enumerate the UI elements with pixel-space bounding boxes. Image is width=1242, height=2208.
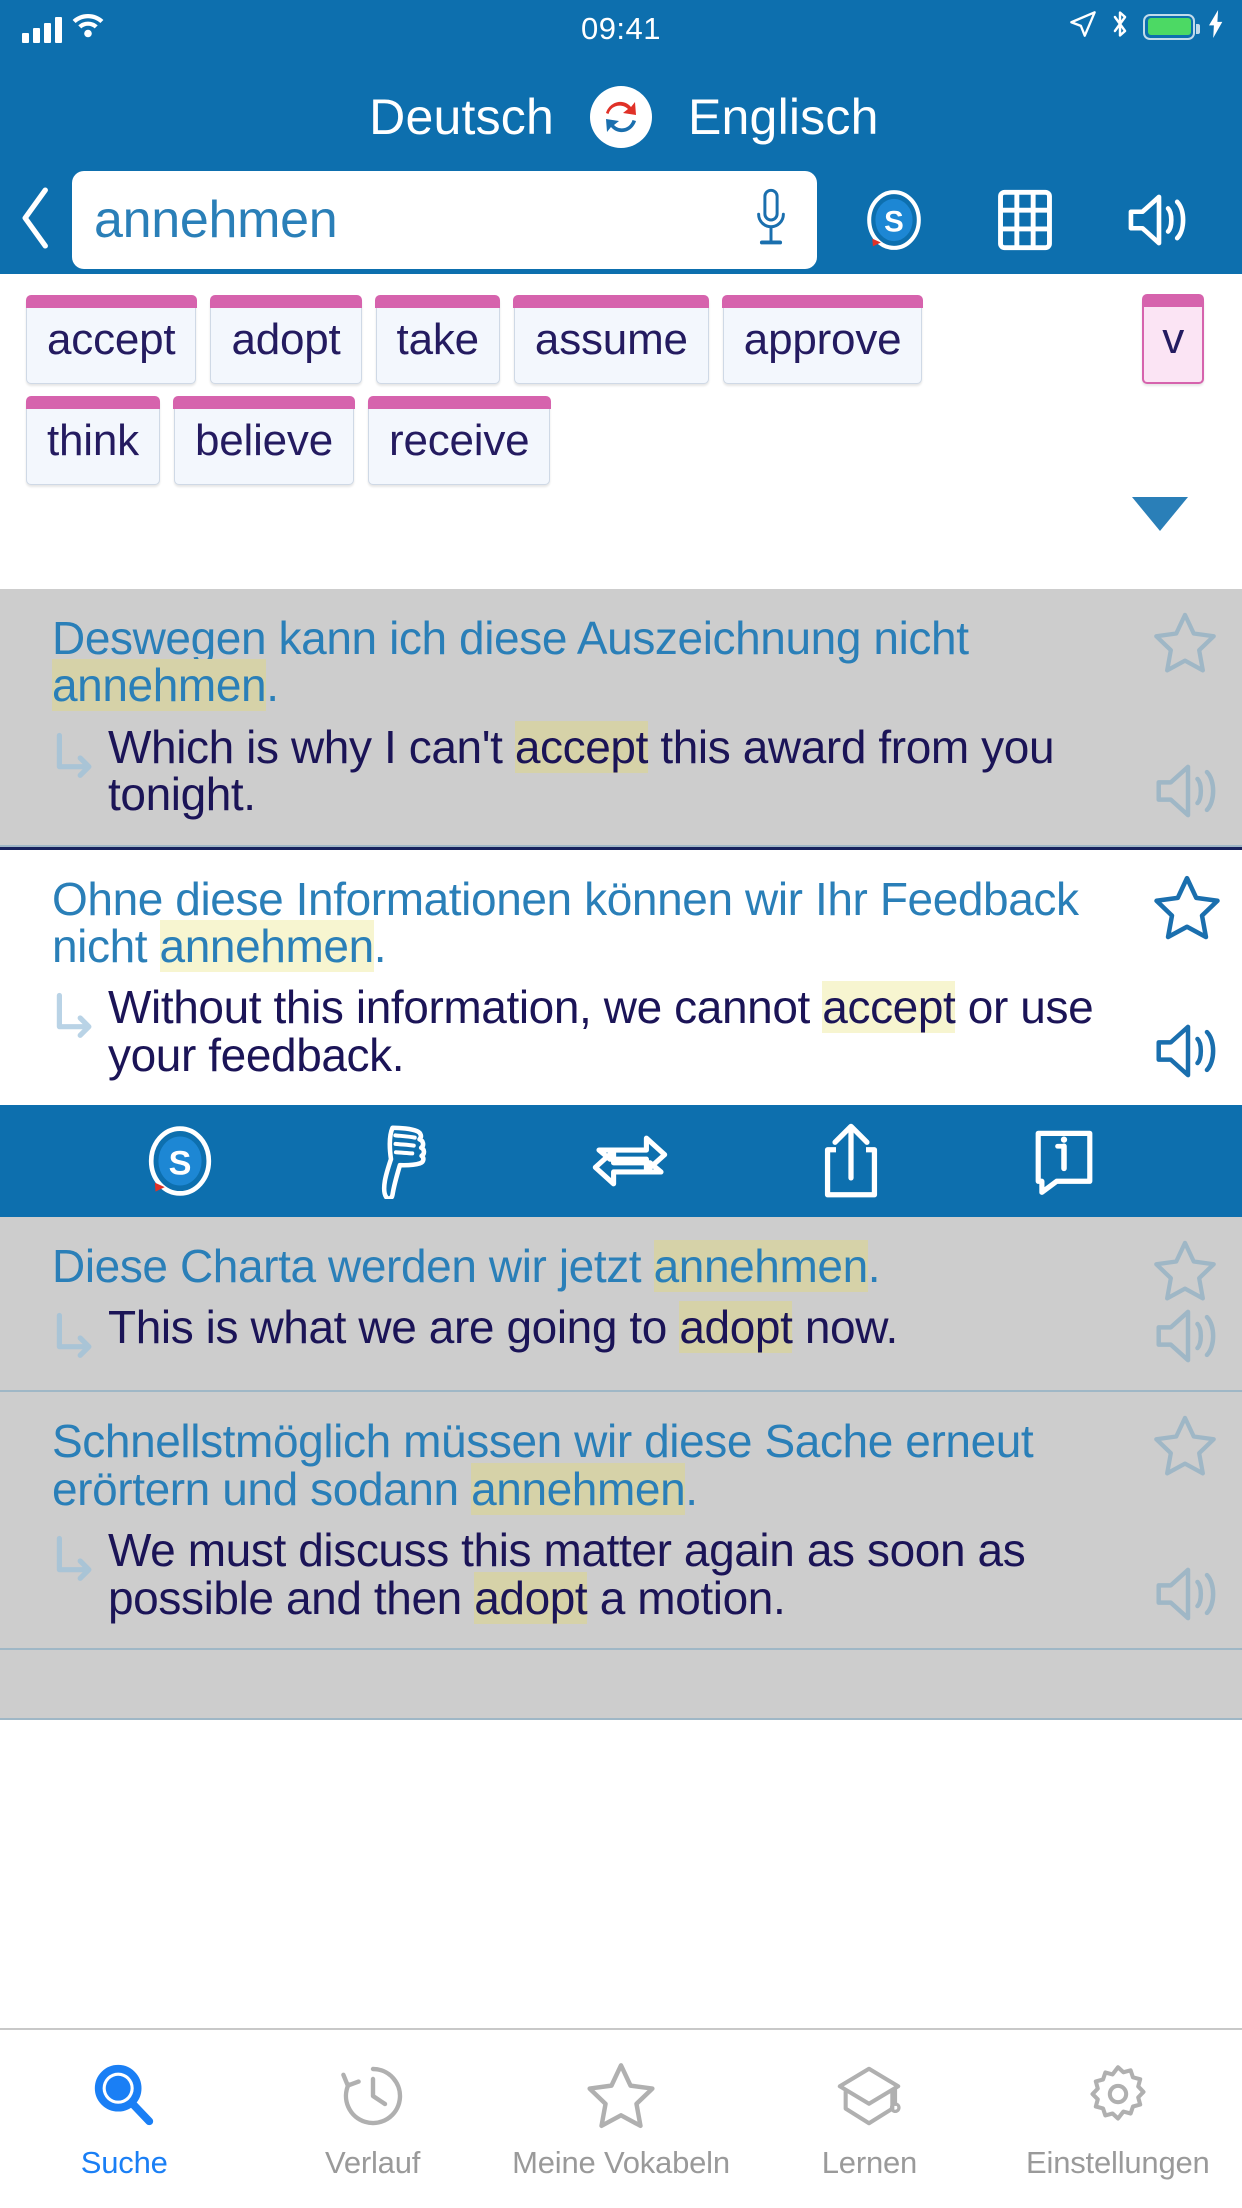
microphone-icon[interactable] <box>739 187 803 253</box>
chevron-down-icon[interactable] <box>1132 497 1188 531</box>
favorite-star-icon[interactable] <box>1152 874 1222 947</box>
info-comment-icon[interactable] <box>1030 1126 1098 1196</box>
translation-chip[interactable]: approve <box>722 294 923 384</box>
search-row: annehmen S <box>0 166 1242 274</box>
tab-label: Verlauf <box>325 2145 421 2180</box>
tab-meine-vokabeln[interactable]: Meine Vokabeln <box>497 2057 745 2181</box>
language-switch-row: Deutsch Englisch <box>0 58 1242 176</box>
chevron-left-icon <box>19 186 53 254</box>
charging-bolt-icon <box>1208 10 1224 43</box>
example-target-wrap: We must discuss this matter again as soo… <box>52 1524 1122 1624</box>
example-target-wrap: Which is why I can't accept this award f… <box>52 720 1122 821</box>
example-target-text: This is what we are going to adopt now. <box>108 1301 898 1354</box>
header-action-icons: S <box>817 189 1242 251</box>
source-language-label[interactable]: Deutsch <box>300 88 590 146</box>
graduation-cap-icon <box>834 2057 904 2135</box>
speaker-icon[interactable] <box>1126 190 1192 250</box>
svg-text:S: S <box>884 206 904 239</box>
star-outline-icon <box>585 2057 657 2135</box>
example-action-bar: S <box>0 1105 1242 1217</box>
example-source-text: Schnellstmöglich müssen wir diese Sache … <box>52 1415 1034 1515</box>
example-source-text-partial <box>52 1676 1122 1718</box>
example-source-text: Ohne diese Informationen können wir Ihr … <box>52 872 1079 972</box>
favorite-star-icon[interactable] <box>1152 1414 1218 1483</box>
translation-chip[interactable]: take <box>375 294 501 384</box>
favorite-star-icon[interactable] <box>1152 1239 1218 1308</box>
search-input[interactable]: annehmen <box>72 171 817 269</box>
skype-translator-icon[interactable]: S <box>144 1125 216 1197</box>
location-arrow-icon <box>1069 10 1097 43</box>
bluetooth-icon <box>1110 10 1130 43</box>
tab-lernen[interactable]: Lernen <box>745 2057 993 2181</box>
status-bar: 09:41 <box>0 0 1242 58</box>
swap-direction-icon[interactable] <box>588 1130 672 1192</box>
example-target-text: We must discuss this matter again as soo… <box>108 1524 1026 1624</box>
app-header: Deutsch Englisch annehmen S <box>0 58 1242 274</box>
search-input-value: annehmen <box>94 191 338 249</box>
example-row-partial[interactable] <box>0 1649 1242 1720</box>
translation-arrow-icon <box>52 992 98 1044</box>
battery-icon <box>1143 13 1200 40</box>
translation-chip[interactable]: adopt <box>209 294 363 384</box>
favorite-star-icon[interactable] <box>1152 611 1218 680</box>
translation-arrow-icon <box>52 732 98 784</box>
history-clock-icon <box>339 2057 407 2135</box>
example-target-text: Without this information, we cannot acce… <box>108 981 1094 1081</box>
translation-chip[interactable]: think <box>25 395 161 485</box>
translation-arrow-icon <box>52 1312 98 1364</box>
example-row-selected[interactable]: Ohne diese Informationen können wir Ihr … <box>0 846 1242 1105</box>
part-of-speech-badge[interactable]: v <box>1142 294 1204 384</box>
tab-einstellungen[interactable]: Einstellungen <box>994 2057 1242 2181</box>
speaker-icon[interactable] <box>1152 1020 1224 1087</box>
conjugation-table-icon[interactable] <box>996 189 1054 251</box>
translation-chip[interactable]: assume <box>513 294 710 384</box>
tab-label: Meine Vokabeln <box>512 2145 730 2180</box>
example-target-wrap: This is what we are going to adopt now. <box>52 1301 1122 1364</box>
translation-chip[interactable]: receive <box>367 395 552 485</box>
translation-chip[interactable]: believe <box>173 395 355 485</box>
example-row[interactable]: Deswegen kann ich diese Auszeichnung nic… <box>0 589 1242 847</box>
swap-languages-logo-icon[interactable] <box>590 86 652 148</box>
tab-suche[interactable]: Suche <box>0 2057 248 2181</box>
example-source-text: Deswegen kann ich diese Auszeichnung nic… <box>52 612 969 712</box>
thumbs-down-icon[interactable] <box>365 1123 439 1199</box>
search-icon <box>89 2057 159 2135</box>
tab-label: Einstellungen <box>1026 2145 1210 2180</box>
chip-row-2: think believe receive <box>25 395 1216 531</box>
example-row[interactable]: Schnellstmöglich müssen wir diese Sache … <box>0 1392 1242 1650</box>
speaker-icon[interactable] <box>1152 1305 1224 1372</box>
translation-chips-panel: accept adopt take assume approve v think… <box>0 274 1242 589</box>
translation-chip[interactable]: accept <box>25 294 198 384</box>
target-language-label[interactable]: Englisch <box>652 88 942 146</box>
skype-translator-icon[interactable]: S <box>863 189 925 251</box>
svg-text:S: S <box>169 1145 192 1183</box>
example-target-text: Which is why I can't accept this award f… <box>108 720 1055 821</box>
bottom-tab-bar: Suche Verlauf Meine Vokabeln Lernen Eins… <box>0 2028 1242 2208</box>
status-bar-time: 09:41 <box>580 11 662 46</box>
app-root: 09:41 Deutsch Englisch annehmen S accept… <box>0 0 1242 2208</box>
gear-icon <box>1083 2057 1153 2135</box>
tab-label: Lernen <box>821 2145 918 2180</box>
back-button[interactable] <box>0 166 72 274</box>
share-icon[interactable] <box>821 1121 881 1201</box>
example-row[interactable]: Diese Charta werden wir jetzt annehmen. … <box>0 1217 1242 1393</box>
status-bar-right <box>1069 10 1224 43</box>
example-target-wrap: Without this information, we cannot acce… <box>52 981 1122 1081</box>
speaker-icon[interactable] <box>1152 760 1224 827</box>
example-source-text: Diese Charta werden wir jetzt annehmen. <box>52 1240 881 1292</box>
speaker-icon[interactable] <box>1152 1563 1224 1630</box>
tab-verlauf[interactable]: Verlauf <box>248 2057 496 2181</box>
chip-row-1: accept adopt take assume approve v <box>25 294 1216 384</box>
examples-list[interactable]: Deswegen kann ich diese Auszeichnung nic… <box>0 589 1242 2028</box>
tab-label: Suche <box>80 2145 168 2180</box>
translation-arrow-icon <box>52 1535 98 1587</box>
